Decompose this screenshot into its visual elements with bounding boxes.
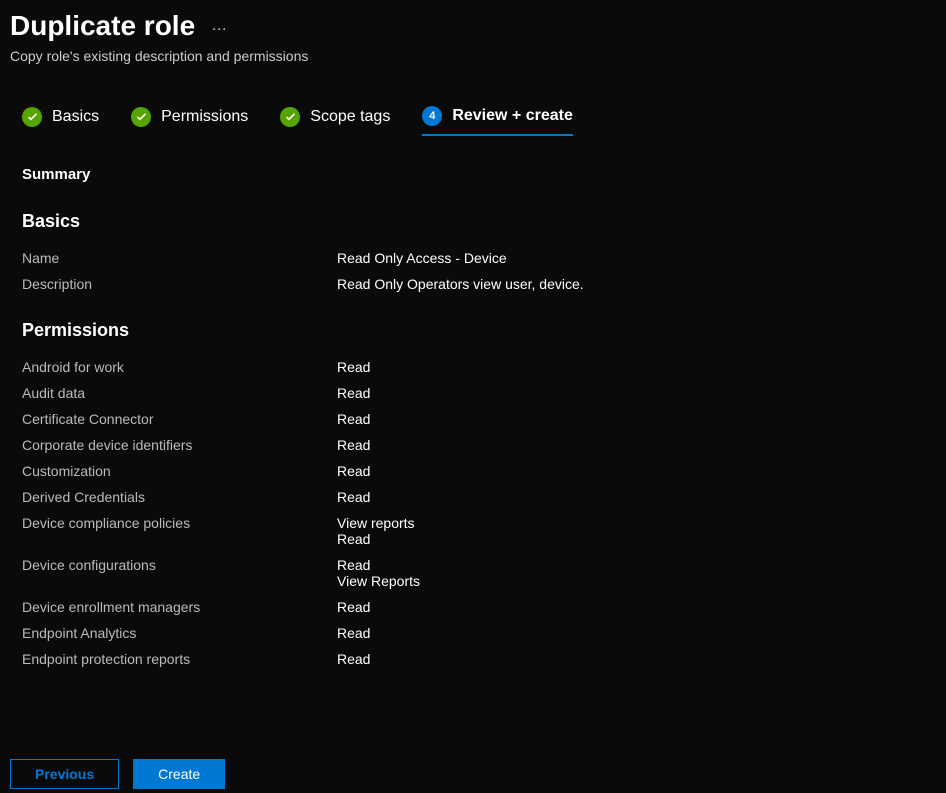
page-subtitle: Copy role's existing description and per…: [10, 48, 936, 64]
permissions-list: Android for workReadAudit dataReadCertif…: [22, 359, 924, 667]
permission-value: Read: [337, 359, 370, 375]
permission-row: Endpoint protection reportsRead: [22, 651, 924, 667]
permission-label: Android for work: [22, 359, 337, 375]
wizard-tabs: Basics Permissions Scope tags 4 Review +…: [0, 106, 946, 136]
permission-value: Read: [337, 385, 370, 401]
permission-value-line: Read: [337, 359, 370, 375]
permission-label: Endpoint protection reports: [22, 651, 337, 667]
basics-description-label: Description: [22, 276, 337, 292]
permission-value-line: Read: [337, 489, 370, 505]
permission-label: Certificate Connector: [22, 411, 337, 427]
checkmark-icon: [280, 107, 300, 127]
title-row: Duplicate role …: [10, 10, 936, 42]
tab-permissions[interactable]: Permissions: [131, 107, 248, 135]
permission-label: Device configurations: [22, 557, 337, 589]
permission-value-line: View reports: [337, 515, 415, 531]
permission-value: View reportsRead: [337, 515, 415, 547]
tab-review-create[interactable]: 4 Review + create: [422, 106, 573, 136]
permission-row: Derived CredentialsRead: [22, 489, 924, 505]
permission-value-line: Read: [337, 651, 370, 667]
tab-basics[interactable]: Basics: [22, 107, 99, 135]
tab-label: Basics: [52, 108, 99, 126]
basics-heading: Basics: [22, 211, 924, 232]
permission-value-line: Read: [337, 385, 370, 401]
permission-value-line: Read: [337, 437, 370, 453]
checkmark-icon: [22, 107, 42, 127]
permission-value: ReadView Reports: [337, 557, 420, 589]
basics-description-value: Read Only Operators view user, device.: [337, 276, 584, 292]
basics-name-value: Read Only Access - Device: [337, 250, 507, 266]
permission-value: Read: [337, 437, 370, 453]
permission-label: Derived Credentials: [22, 489, 337, 505]
permission-row: Device compliance policiesView reportsRe…: [22, 515, 924, 547]
permission-row: Android for workRead: [22, 359, 924, 375]
permission-value-line: Read: [337, 557, 420, 573]
step-number-icon: 4: [422, 106, 442, 126]
permission-label: Audit data: [22, 385, 337, 401]
permission-row: CustomizationRead: [22, 463, 924, 479]
permission-value-line: Read: [337, 463, 370, 479]
permission-value-line: View Reports: [337, 573, 420, 589]
permission-label: Corporate device identifiers: [22, 437, 337, 453]
permission-label: Device enrollment managers: [22, 599, 337, 615]
page-title: Duplicate role: [10, 10, 195, 42]
permission-value-line: Read: [337, 625, 370, 641]
summary-heading: Summary: [22, 166, 924, 183]
create-button[interactable]: Create: [133, 759, 225, 789]
previous-button[interactable]: Previous: [10, 759, 119, 789]
permission-row: Device enrollment managersRead: [22, 599, 924, 615]
permission-value: Read: [337, 411, 370, 427]
permission-value: Read: [337, 651, 370, 667]
checkmark-icon: [131, 107, 151, 127]
permission-value: Read: [337, 625, 370, 641]
footer: Previous Create: [0, 755, 946, 793]
tab-label: Scope tags: [310, 108, 390, 126]
permission-value: Read: [337, 599, 370, 615]
basics-name-row: Name Read Only Access - Device: [22, 250, 924, 266]
permission-row: Audit dataRead: [22, 385, 924, 401]
permission-value: Read: [337, 489, 370, 505]
permission-value-line: Read: [337, 599, 370, 615]
basics-description-row: Description Read Only Operators view use…: [22, 276, 924, 292]
permission-row: Device configurationsReadView Reports: [22, 557, 924, 589]
basics-name-label: Name: [22, 250, 337, 266]
permissions-heading: Permissions: [22, 320, 924, 341]
more-actions-icon[interactable]: …: [211, 17, 229, 35]
page-header: Duplicate role … Copy role's existing de…: [0, 0, 946, 64]
permission-row: Endpoint AnalyticsRead: [22, 625, 924, 641]
tab-scope-tags[interactable]: Scope tags: [280, 107, 390, 135]
permission-row: Certificate ConnectorRead: [22, 411, 924, 427]
permission-label: Device compliance policies: [22, 515, 337, 547]
permission-row: Corporate device identifiersRead: [22, 437, 924, 453]
tab-label: Review + create: [452, 107, 573, 125]
permission-value-line: Read: [337, 411, 370, 427]
tab-label: Permissions: [161, 108, 248, 126]
permission-value-line: Read: [337, 531, 415, 547]
permission-label: Customization: [22, 463, 337, 479]
permission-label: Endpoint Analytics: [22, 625, 337, 641]
content-area: Summary Basics Name Read Only Access - D…: [0, 166, 946, 721]
permission-value: Read: [337, 463, 370, 479]
